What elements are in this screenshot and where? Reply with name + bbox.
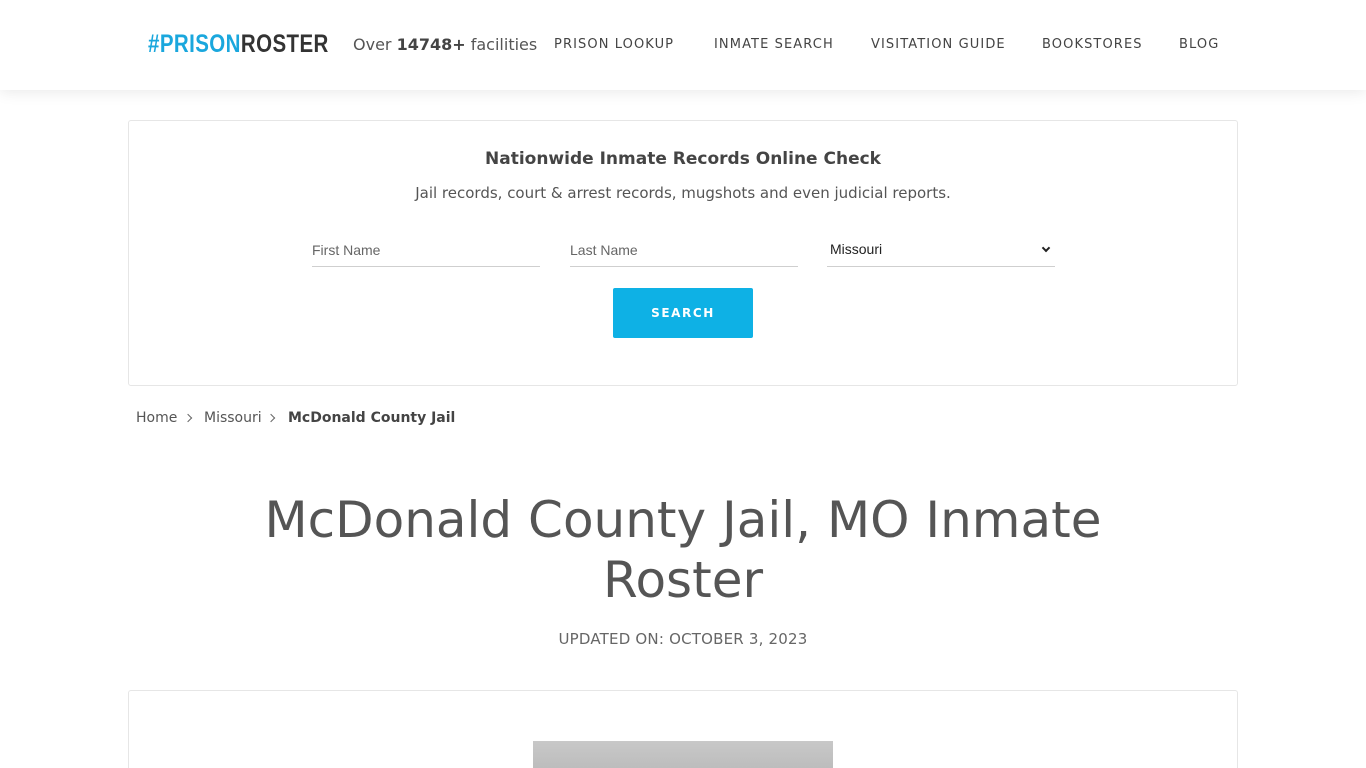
nav-blog[interactable]: BLOG bbox=[1179, 36, 1219, 54]
facility-image bbox=[533, 741, 833, 768]
state-select[interactable]: Missouri bbox=[827, 233, 1055, 267]
updated-date: UPDATED ON: OCTOBER 3, 2023 bbox=[558, 630, 808, 648]
nav-prison-lookup[interactable]: PRISON LOOKUP bbox=[554, 36, 674, 54]
facilities-count: Over 14748+ facilities bbox=[353, 34, 537, 56]
site-header: #PRISONROSTER Over 14748+ facilities PRI… bbox=[0, 0, 1366, 90]
facilities-number: 14748+ bbox=[396, 35, 466, 54]
breadcrumb-missouri[interactable]: Missouri bbox=[204, 408, 262, 428]
inmate-search-card: Nationwide Inmate Records Online Check J… bbox=[128, 120, 1238, 386]
breadcrumb-home[interactable]: Home bbox=[136, 408, 177, 428]
search-card-subtitle: Jail records, court & arrest records, mu… bbox=[415, 184, 951, 202]
chevron-right-icon bbox=[266, 413, 276, 423]
nav-bookstores[interactable]: BOOKSTORES bbox=[1042, 36, 1143, 54]
site-logo[interactable]: #PRISONROSTER bbox=[148, 28, 329, 60]
breadcrumb-current: McDonald County Jail bbox=[288, 410, 456, 426]
logo-hash: # bbox=[148, 30, 160, 58]
logo-roster: ROSTER bbox=[240, 30, 329, 58]
last-name-input[interactable] bbox=[570, 233, 798, 267]
search-card-title: Nationwide Inmate Records Online Check bbox=[485, 149, 881, 169]
nav-inmate-search[interactable]: INMATE SEARCH bbox=[714, 36, 834, 54]
first-name-input[interactable] bbox=[312, 233, 540, 267]
facilities-suffix: facilities bbox=[465, 35, 538, 54]
facilities-prefix: Over bbox=[353, 35, 397, 54]
chevron-down-icon bbox=[1041, 243, 1051, 253]
search-button[interactable]: SEARCH bbox=[613, 288, 753, 338]
page-title: McDonald County Jail, MO Inmate Roster bbox=[264, 491, 1102, 609]
logo-prison: PRISON bbox=[159, 30, 241, 58]
nav-visitation-guide[interactable]: VISITATION GUIDE bbox=[871, 36, 1006, 54]
state-select-value: Missouri bbox=[830, 241, 883, 257]
facility-card bbox=[128, 690, 1238, 768]
chevron-right-icon bbox=[183, 413, 193, 423]
